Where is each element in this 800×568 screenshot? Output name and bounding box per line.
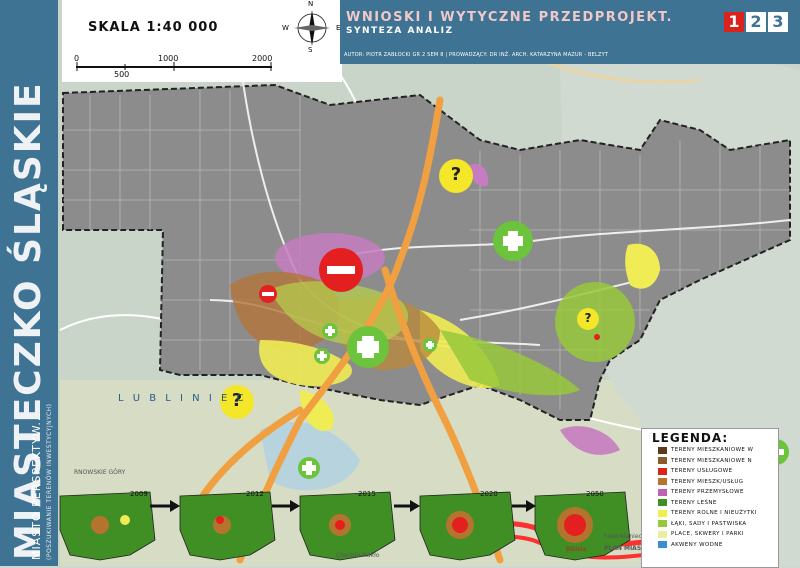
compass-w: W <box>282 24 289 32</box>
legend-label: TERENY PRZEMYSŁOWE <box>671 489 744 496</box>
label-lubliniec: L U B L I N I E C <box>118 393 247 404</box>
legend-label: TERENY USŁUGOWE <box>671 468 733 475</box>
label-town-mid: Bibiela <box>566 546 587 553</box>
legend-swatch <box>658 541 667 549</box>
legend-item: PLACE, SKWERY I PARKI <box>642 529 778 540</box>
project-subtitle: MIASTO PERSPEKTYW... <box>30 412 43 560</box>
legend-label: AKWENY WODNE <box>671 541 723 548</box>
scale-box: SKALA 1:40 000 0 1000 2000 500 N S E W <box>62 0 342 82</box>
marker-positive-large <box>347 326 389 368</box>
legend-item: TERENY PRZEMYSŁOWE <box>642 487 778 498</box>
legend-swatch <box>658 478 667 486</box>
label-town-right2: Swierklaniec <box>604 533 642 540</box>
compass-n: N <box>308 0 314 8</box>
legend-label: PLACE, SKWERY I PARKI <box>671 531 744 538</box>
timeline-year-2012: 2012 <box>246 490 264 498</box>
legend-swatch <box>658 457 667 465</box>
legend-swatch <box>658 530 667 538</box>
label-town-left: RNOWSKIE GÓRY <box>74 469 126 476</box>
timeline-year-2020: 2020 <box>480 490 498 498</box>
label-town-bottom: Chechło-Nakło <box>336 552 380 559</box>
legend-label: TERENY MIESZK/USŁUG <box>671 478 744 485</box>
scale-label: SKALA 1:40 000 <box>88 20 219 35</box>
header-title: WNIOSKI I WYTYCZNE PRZEDPROJEKT. <box>346 10 673 25</box>
timeline-year-2050: 2050 <box>586 490 604 498</box>
legend-label: TERENY ROLNE I NIEUŻYTKI <box>671 510 757 517</box>
legend-label: TERENY MIESZKANIOWE W <box>671 447 754 454</box>
legend-item: TERENY MIESZKANIOWE N <box>642 456 778 467</box>
legend-swatch <box>658 446 667 454</box>
page-tab-2[interactable]: 2 <box>746 12 766 32</box>
legend-item: ŁĄKI, SADY I PASTWISKA <box>642 519 778 530</box>
compass-s: S <box>308 46 313 54</box>
header-subtitle: SYNTEZA ANALIZ <box>346 26 454 36</box>
legend-swatch <box>658 467 667 475</box>
legend-item: TERENY ROLNE I NIEUŻYTKI <box>642 508 778 519</box>
question-marker-north[interactable]: ? <box>447 164 465 185</box>
header-authors: AUTOR: PIOTR ZABŁOCKI GR 2 SEM 8 | PROWA… <box>344 52 609 58</box>
legend-swatch <box>658 520 667 528</box>
marker-negative <box>319 248 363 292</box>
page-tab-3[interactable]: 3 <box>768 12 788 32</box>
title-sidebar: MIASTECZKO ŚLĄSKIE MIASTO PERSPEKTYW... … <box>0 0 58 566</box>
legend-item: TERENY LEŚNE <box>642 498 778 509</box>
legend-swatch <box>658 499 667 507</box>
legend-label: ŁĄKI, SADY I PASTWISKA <box>671 520 747 527</box>
timeline-year-2009: 2009 <box>130 490 148 498</box>
header-bar: WNIOSKI I WYTYCZNE PRZEDPROJEKT. SYNTEZA… <box>340 0 800 64</box>
legend-label: TERENY LEŚNE <box>671 499 717 506</box>
legend-item: TERENY MIESZK/USŁUG <box>642 477 778 488</box>
legend-panel: LEGENDA: TERENY MIESZKANIOWE W TERENY MI… <box>641 428 779 568</box>
legend-label: TERENY MIESZKANIOWE N <box>671 457 752 464</box>
page-tab-1[interactable]: 1 <box>724 12 744 32</box>
legend-swatch <box>658 509 667 517</box>
project-subtitle-note: (POSZUKIWANIE TERENÓW INWESTYCYJNYCH) <box>46 403 53 560</box>
legend-item: TERENY MIESZKANIOWE W <box>642 445 778 456</box>
compass-icon <box>294 10 330 46</box>
legend-title: LEGENDA: <box>652 431 729 445</box>
question-marker-east[interactable]: ? <box>581 311 595 325</box>
legend-swatch <box>658 488 667 496</box>
scale-bar <box>76 62 272 71</box>
legend-item: TERENY USŁUGOWE <box>642 466 778 477</box>
timeline-year-2015: 2015 <box>358 490 376 498</box>
legend-item: AKWENY WODNE <box>642 540 778 551</box>
